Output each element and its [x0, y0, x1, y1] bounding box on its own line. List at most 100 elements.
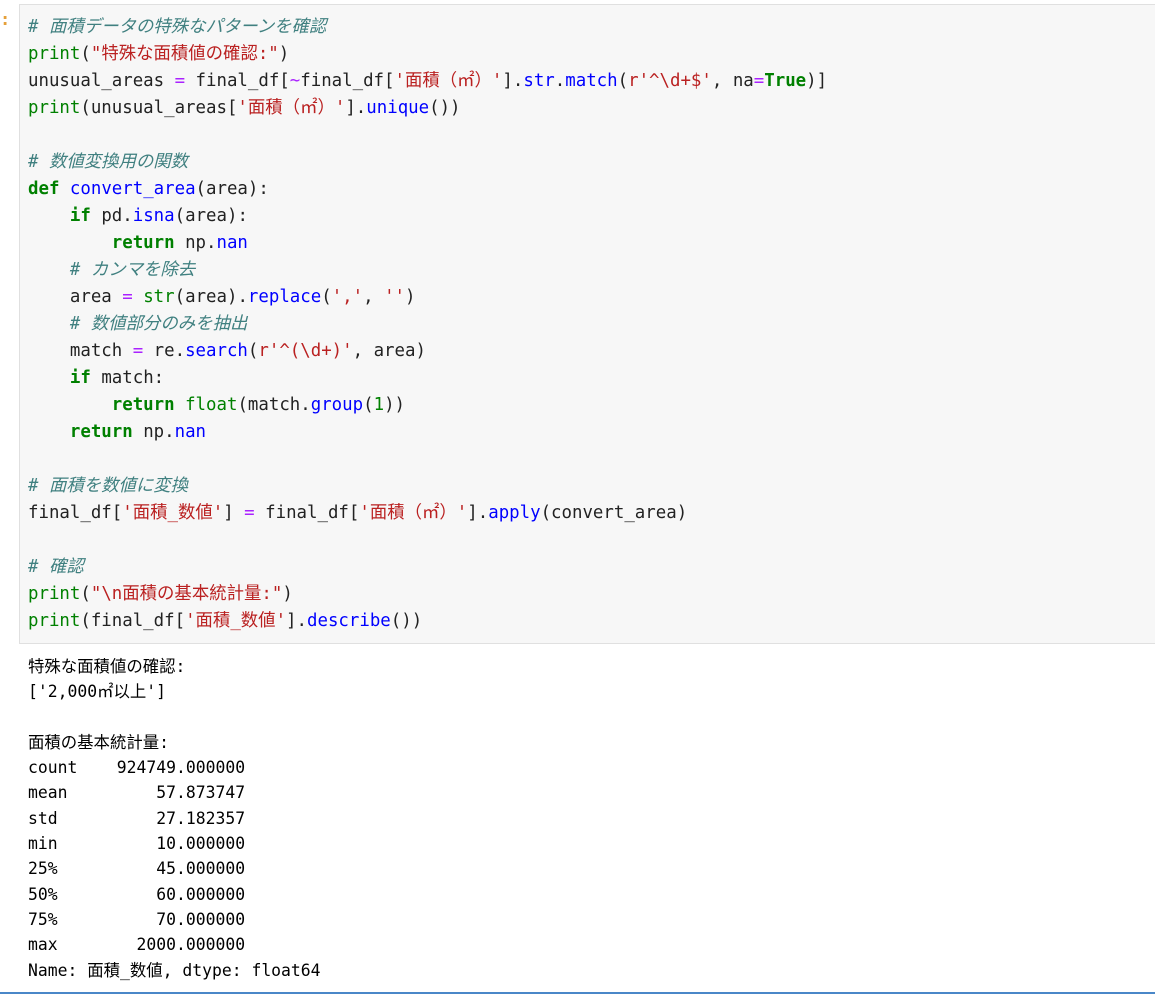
code-token: final_df[ [300, 71, 395, 91]
code-token: return [111, 395, 175, 415]
code-token: final_df[ [28, 503, 123, 523]
code-token: ]. [467, 503, 489, 523]
code-token: = [122, 287, 133, 307]
output-line: max 2000.000000 [28, 935, 246, 955]
code-token: , [363, 287, 385, 307]
code-token: ) [405, 287, 416, 307]
output-line: 75% 70.000000 [28, 909, 246, 929]
code-line: print("\n面積の基本統計量:") [28, 581, 827, 608]
code-line: # カンマを除去 [28, 257, 827, 284]
code-editor[interactable]: # 面積データの特殊なパターンを確認 print("特殊な面積値の確認:") unu… [28, 14, 827, 635]
code-line: return np.nan [28, 230, 827, 257]
output-line: mean 57.873747 [28, 783, 246, 803]
code-token: ( [363, 395, 374, 415]
code-token: 1 [373, 395, 385, 415]
code-token: ]. [345, 98, 367, 118]
code-token: replace [247, 287, 322, 307]
code-token: ',' [331, 287, 364, 307]
code-token: # 面積を数値に変換 [28, 476, 189, 496]
code-token: ()) [390, 611, 423, 631]
cell-output: 特殊な面積値の確認: ['2,000㎡以上'] 面積の基本統計量: count 92… [28, 654, 321, 983]
code-token: print [28, 44, 81, 64]
code-token: ( [247, 341, 259, 361]
code-token: ( [80, 44, 91, 64]
code-line: def convert_area(area): [28, 176, 827, 203]
output-line: 50% 60.000000 [28, 884, 246, 904]
output-line: count 924749.000000 [28, 758, 246, 778]
code-token: unusual_areas [28, 71, 175, 91]
code-token: ]. [286, 611, 307, 631]
code-token: (match. [237, 395, 311, 415]
code-line: return np.nan [28, 419, 827, 446]
code-line: print(unusual_areas['面積（㎡）'].unique()) [28, 95, 827, 122]
code-token: pd. [90, 206, 133, 226]
code-token: = [174, 71, 186, 91]
code-token: '面積_数値' [185, 611, 287, 631]
code-token: group [310, 395, 364, 415]
code-token: "\n面積の基本統計量:" [90, 584, 283, 604]
code-token: print [28, 584, 81, 604]
code-line: print("特殊な面積値の確認:") [28, 41, 827, 68]
output-line: 25% 45.000000 [28, 859, 246, 879]
code-line: match = re.search(r'^(\d+)', area) [28, 338, 827, 365]
code-token: '' [384, 287, 406, 307]
code-token: match: [90, 368, 165, 388]
code-line: if pd.isna(area): [28, 203, 827, 230]
selected-cell-border [0, 992, 1155, 994]
code-token: match [28, 341, 133, 361]
code-token: (area): [195, 179, 269, 199]
code-token: if [69, 206, 91, 226]
code-line: # 確認 [28, 554, 827, 581]
code-token: float [185, 395, 238, 415]
code-token: = [753, 71, 765, 91]
code-line: final_df['面積_数値'] = final_df['面積（㎡）'].ap… [28, 500, 827, 527]
code-token: (final_df[ [80, 611, 186, 631]
code-token: str [523, 71, 555, 91]
code-line: print(final_df['面積_数値'].describe()) [28, 608, 827, 635]
code-token: )) [384, 395, 406, 415]
code-token: (unusual_areas[ [80, 98, 238, 118]
code-token: nan [216, 233, 248, 253]
code-line: # 数値変換用の関数 [28, 149, 827, 176]
code-token: nan [174, 422, 207, 442]
output-line: min 10.000000 [28, 834, 246, 854]
code-line: # 数値部分のみを抽出 [28, 311, 827, 338]
code-token: '面積（㎡）' [394, 71, 503, 91]
code-token: True [764, 71, 807, 91]
output-line: Name: 面積_数値, dtype: float64 [28, 960, 321, 980]
code-token: ( [617, 71, 629, 91]
code-cell[interactable]: # 面積データの特殊なパターンを確認 print("特殊な面積値の確認:") unu… [19, 4, 1155, 644]
code-token: (area). [174, 287, 248, 307]
code-line: # 面積データの特殊なパターンを確認 [28, 14, 827, 41]
code-token: # 数値変換用の関数 [28, 152, 189, 172]
code-token: def [28, 179, 60, 199]
code-line: return float(match.group(1)) [28, 392, 827, 419]
code-token: , area) [352, 341, 426, 361]
code-token: np. [174, 233, 217, 253]
cell-prompt: : [0, 10, 11, 30]
code-token: describe [307, 611, 391, 631]
code-token: if [69, 368, 91, 388]
code-token: ]. [502, 71, 524, 91]
code-token: ~ [289, 71, 301, 91]
code-token: str [143, 287, 175, 307]
code-token: np. [132, 422, 175, 442]
code-token: r'^\d+$' [628, 71, 712, 91]
code-token: (convert_area) [540, 503, 688, 523]
code-token: final_df[ [254, 503, 360, 523]
code-token: final_df[ [185, 71, 290, 91]
code-token: )] [806, 71, 828, 91]
code-token: (area): [174, 206, 248, 226]
code-token: # 確認 [28, 557, 84, 577]
code-token: '面積（㎡）' [359, 503, 468, 523]
code-token: # カンマを除去 [69, 260, 196, 280]
